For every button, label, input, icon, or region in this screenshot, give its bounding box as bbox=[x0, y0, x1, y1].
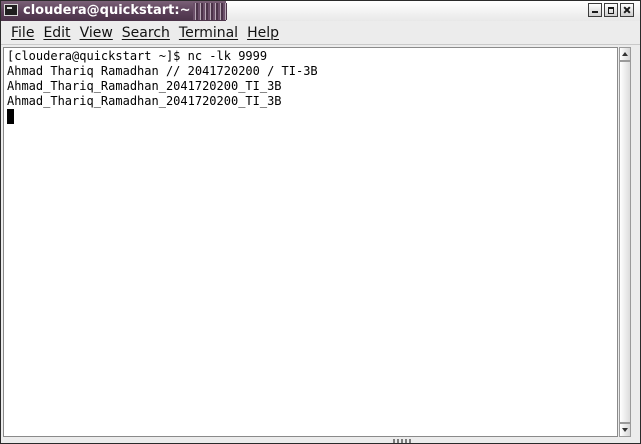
menu-search[interactable]: Search bbox=[118, 23, 174, 43]
terminal-line: Ahmad Thariq Ramadhan // 2041720200 / TI… bbox=[7, 64, 318, 78]
menu-bar: File Edit View Search Terminal Help bbox=[1, 21, 640, 45]
scroll-down-icon[interactable] bbox=[620, 423, 630, 436]
resize-grip[interactable] bbox=[393, 439, 413, 443]
window-right-edge bbox=[631, 47, 640, 443]
menu-edit[interactable]: Edit bbox=[39, 23, 74, 43]
scroll-up-icon[interactable] bbox=[620, 48, 630, 61]
terminal-line: [cloudera@quickstart ~]$ nc -lk 9999 bbox=[7, 49, 268, 63]
terminal-line: Ahmad_Thariq_Ramadhan_2041720200_TI_3B bbox=[7, 94, 282, 108]
scroll-thumb[interactable] bbox=[620, 61, 630, 423]
vertical-scrollbar[interactable] bbox=[619, 47, 631, 437]
terminal-window: cloudera@quickstart:~ File Edit View Sea… bbox=[0, 0, 641, 444]
text-cursor bbox=[7, 109, 14, 124]
terminal-line: Ahmad_Thariq_Ramadhan_2041720200_TI_3B bbox=[7, 79, 282, 93]
terminal-output[interactable]: [cloudera@quickstart ~]$ nc -lk 9999 Ahm… bbox=[3, 47, 618, 437]
window-title: cloudera@quickstart:~ bbox=[23, 3, 191, 18]
window-controls bbox=[588, 3, 634, 18]
menu-terminal[interactable]: Terminal bbox=[175, 23, 242, 43]
terminal-prompt-line bbox=[7, 109, 617, 124]
terminal-icon[interactable] bbox=[4, 4, 18, 16]
menu-help[interactable]: Help bbox=[243, 23, 283, 43]
menu-view[interactable]: View bbox=[76, 23, 117, 43]
title-bar-decoration bbox=[193, 3, 227, 20]
menu-file[interactable]: File bbox=[7, 23, 38, 43]
close-icon[interactable] bbox=[620, 3, 634, 17]
maximize-icon[interactable] bbox=[604, 3, 618, 17]
minimize-icon[interactable] bbox=[588, 3, 602, 17]
title-bar[interactable]: cloudera@quickstart:~ bbox=[1, 1, 640, 21]
